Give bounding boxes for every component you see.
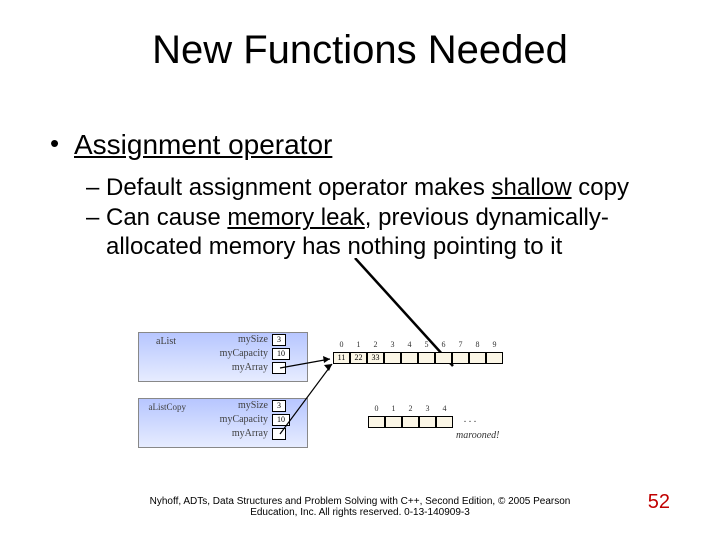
- dash-icon: –: [86, 204, 106, 262]
- field-label: mySize: [208, 400, 268, 411]
- bullet-text: Assignment operator: [74, 128, 332, 162]
- array-cell: [452, 352, 469, 364]
- field-label: myArray: [208, 362, 268, 373]
- array-cell: [418, 352, 435, 364]
- index: 9: [486, 340, 503, 349]
- array-cell: [469, 352, 486, 364]
- footer-line-2: Education, Inc. All rights reserved. 0-1…: [250, 507, 470, 518]
- footer: Nyhoff, ADTs, Data Structures and Proble…: [120, 496, 600, 518]
- index: 8: [469, 340, 486, 349]
- slide-title: New Functions Needed: [0, 28, 720, 73]
- array-cell: [368, 416, 385, 428]
- sub2-pre: Can cause: [106, 204, 227, 231]
- page-number: 52: [648, 491, 670, 514]
- obj-label: aList: [142, 336, 176, 347]
- index: 4: [436, 404, 453, 413]
- bullet-list: • Assignment operator – Default assignme…: [50, 128, 680, 264]
- array-cell: [436, 416, 453, 428]
- field-label: myArray: [208, 428, 268, 439]
- sub2-underline: memory leak: [227, 204, 364, 231]
- index: 7: [452, 340, 469, 349]
- index: 2: [367, 340, 384, 349]
- array-cell: [385, 416, 402, 428]
- marooned-label: marooned!: [456, 430, 500, 441]
- index: 2: [402, 404, 419, 413]
- sub1-underline: shallow: [492, 174, 572, 201]
- index: 1: [385, 404, 402, 413]
- bullet-level-2: – Default assignment operator makes shal…: [86, 174, 680, 203]
- sub1-pre: Default assignment operator makes: [106, 174, 492, 201]
- obj-label: aListCopy: [136, 402, 186, 412]
- array-cell: [384, 352, 401, 364]
- index: 1: [350, 340, 367, 349]
- index: 3: [419, 404, 436, 413]
- index: 3: [384, 340, 401, 349]
- memory-diagram: aList mySize myCapacity myArray 3 10 0 1…: [138, 328, 582, 458]
- index: 4: [401, 340, 418, 349]
- field-label: myCapacity: [208, 414, 268, 425]
- bullet-dot-icon: •: [50, 128, 74, 162]
- index: 0: [333, 340, 350, 349]
- array-row: [368, 416, 453, 428]
- slide: New Functions Needed • Assignment operat…: [0, 0, 720, 540]
- array-cell: [419, 416, 436, 428]
- field-label: mySize: [208, 334, 268, 345]
- pointer-arrow-icon: [278, 358, 340, 440]
- sub1-post: copy: [572, 174, 629, 201]
- array-cell: 22: [350, 352, 367, 364]
- index-row: 0 1 2 3 4: [368, 404, 453, 413]
- bullet-level-2: – Can cause memory leak, previous dynami…: [86, 204, 680, 262]
- index-row: 0 1 2 3 4 5 6 7 8 9: [333, 340, 503, 349]
- array-row: 11 22 33: [333, 352, 503, 364]
- value-box: 3: [272, 334, 286, 346]
- index: 0: [368, 404, 385, 413]
- index: 6: [435, 340, 452, 349]
- array-cell: [402, 416, 419, 428]
- field-label: myCapacity: [208, 348, 268, 359]
- dash-icon: –: [86, 174, 106, 203]
- array-cell: [401, 352, 418, 364]
- array-cell: 33: [367, 352, 384, 364]
- array-cell: [486, 352, 503, 364]
- array-cell: [435, 352, 452, 364]
- bullet-level-1: • Assignment operator: [50, 128, 680, 162]
- index: 5: [418, 340, 435, 349]
- footer-line-1: Nyhoff, ADTs, Data Structures and Proble…: [150, 496, 571, 507]
- dots-label: . . .: [464, 414, 477, 425]
